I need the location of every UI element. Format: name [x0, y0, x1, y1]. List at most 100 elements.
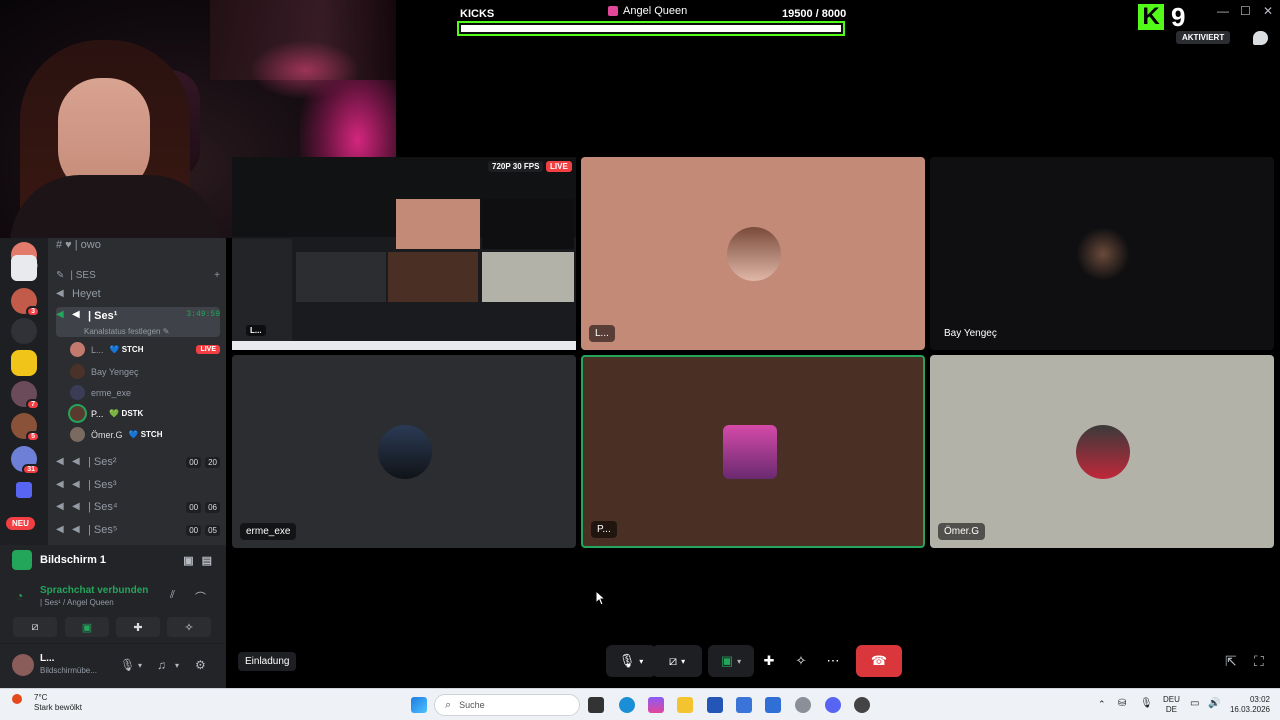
settings-icon[interactable]	[795, 697, 811, 713]
channel-ses5-label: | Ses⁵	[88, 524, 118, 536]
tile-name: L...	[589, 325, 615, 342]
voice-user[interactable]: erme_exe	[70, 383, 220, 402]
speaker-icon: ◀	[72, 456, 80, 467]
camera-toggle-button[interactable]: ⧄	[13, 617, 57, 637]
server-icon[interactable]: 31	[11, 446, 40, 475]
close-button[interactable]: ✕	[1263, 4, 1273, 18]
video-tile[interactable]: erme_exe	[232, 355, 576, 548]
clock[interactable]: 03:02 16.03.2026	[1226, 695, 1270, 715]
screen-share-button[interactable]: ▣ ▾	[708, 645, 754, 677]
taskbar-search[interactable]: ⌕ Suche	[434, 694, 580, 716]
headphones-icon[interactable]: ♫	[157, 658, 166, 672]
folder-icon[interactable]	[16, 482, 32, 498]
user-name[interactable]: L...	[40, 653, 54, 664]
server-icon[interactable]: 3	[11, 288, 40, 317]
channel-ses2[interactable]: ◀ ◀ | Ses² 00 20	[56, 452, 220, 472]
add-channel-icon[interactable]: +	[214, 270, 220, 281]
fullscreen-icon[interactable]: ⛶	[1254, 653, 1264, 670]
gear-icon[interactable]: ⚙	[195, 658, 206, 672]
disconnect-call-button[interactable]: ☎	[856, 645, 902, 677]
quality-badge: 720P 30 FPS	[488, 161, 544, 172]
maximize-button[interactable]: ☐	[1240, 4, 1251, 18]
stream-settings-icon[interactable]: ▣	[183, 554, 193, 567]
display-icon[interactable]: ▭	[1190, 699, 1199, 709]
avatar[interactable]	[12, 654, 34, 676]
discord-icon[interactable]	[825, 697, 841, 713]
copilot-icon[interactable]	[648, 697, 664, 713]
chevron-up-icon[interactable]: ⌃	[1098, 699, 1106, 709]
aktiviert-badge[interactable]: AKTIVIERT	[1176, 31, 1231, 44]
microphone-icon[interactable]: 🎙	[120, 658, 135, 672]
mouse-cursor	[595, 590, 607, 606]
voice-connected-channel[interactable]: | Ses¹ / Angel Queen	[40, 598, 114, 607]
soundboard-button[interactable]: ✧	[790, 645, 812, 677]
store-icon[interactable]	[707, 697, 723, 713]
chevron-down-icon[interactable]: ▾	[138, 661, 142, 670]
video-tile-speaking[interactable]: P...	[581, 355, 925, 548]
mute-button[interactable]: 🎙 ▾	[606, 645, 656, 677]
screen-share-bar[interactable]: Bildschirm 1 ▣ ▤	[0, 545, 226, 575]
channel-ses5[interactable]: ◀ ◀ | Ses⁵ 00 05	[56, 520, 220, 540]
camera-button[interactable]: ⧄ ▾	[652, 645, 702, 677]
video-tile[interactable]: Ömer.G	[930, 355, 1274, 548]
avatar	[70, 385, 85, 400]
activities-button[interactable]: ✚	[758, 645, 780, 677]
channel-status[interactable]: Kanalstatus festlegen ✎	[84, 327, 169, 336]
windows-start-icon[interactable]	[411, 697, 427, 713]
edge-icon[interactable]	[619, 697, 635, 713]
popout-icon[interactable]: ⇱	[1225, 653, 1237, 670]
channel-owo[interactable]: # ♥ | owo	[56, 235, 220, 255]
obs-icon[interactable]	[854, 697, 870, 713]
speaker-icon: ◀	[72, 524, 80, 535]
preview-cam	[482, 199, 574, 249]
activities-button[interactable]: ✚	[116, 617, 160, 637]
mail-icon[interactable]	[736, 697, 752, 713]
channel-ses3[interactable]: ◀ ◀ | Ses³	[56, 475, 220, 495]
channel-ses4[interactable]: ◀ ◀ | Ses⁴ 00 06	[56, 497, 220, 517]
voice-connected-title[interactable]: Sprachchat verbunden	[40, 585, 148, 596]
microphone-icon[interactable]: 🎙	[1140, 699, 1153, 709]
weather-widget[interactable]: 7°C Stark bewölkt	[12, 693, 82, 713]
chevron-down-icon[interactable]: ▾	[175, 661, 179, 670]
chevron-down-icon: ▾	[737, 656, 742, 666]
language-indicator[interactable]: DEU DE	[1163, 695, 1180, 715]
stop-stream-icon[interactable]: ▤	[202, 554, 212, 567]
invite-button[interactable]: Einladung	[238, 652, 297, 671]
photos-icon[interactable]	[765, 697, 781, 713]
server-badge: 31	[22, 464, 40, 475]
server-icon[interactable]	[11, 255, 37, 281]
signal-icon[interactable]: ◔	[16, 589, 23, 603]
file-explorer-icon[interactable]	[677, 697, 693, 713]
voice-user[interactable]: P... 💚 DSTK	[70, 404, 220, 423]
noise-suppression-icon[interactable]: ⫽	[170, 589, 175, 602]
channel-heyet[interactable]: ◀ Heyet	[56, 284, 220, 304]
category-ses[interactable]: ✎ | SES +	[56, 265, 220, 285]
network-icon[interactable]: ⛁	[1118, 699, 1126, 709]
disconnect-icon[interactable]: ⌒	[195, 589, 206, 605]
soundboard-button[interactable]: ✧	[167, 617, 211, 637]
soundboard-icon: ✧	[795, 653, 807, 668]
chat-bubble-icon[interactable]	[1253, 31, 1268, 45]
minimize-button[interactable]: —	[1217, 4, 1229, 18]
server-icon[interactable]	[11, 350, 37, 376]
video-tile[interactable]: L...	[581, 157, 925, 350]
more-options-button[interactable]: ⋯	[822, 645, 844, 677]
user-limit: 06	[205, 501, 220, 513]
chevron-down-icon: ▾	[639, 656, 644, 666]
voice-user-name: P...	[91, 408, 104, 419]
volume-icon[interactable]: 🔊	[1208, 699, 1220, 709]
server-icon[interactable]: 7	[11, 381, 40, 410]
voice-user[interactable]: Ömer.G 💙 STCH	[70, 425, 220, 444]
chevron-down-icon: ▾	[681, 656, 686, 666]
video-tile[interactable]: Bay Yengeç	[930, 157, 1274, 350]
task-view-icon[interactable]	[588, 697, 604, 713]
voice-user[interactable]: Bay Yengeç	[70, 362, 220, 381]
user-count: 00	[186, 501, 202, 513]
voice-user[interactable]: L... 💙 STCH LIVE	[70, 340, 220, 359]
phone-hangup-icon: ☎	[870, 653, 888, 668]
server-icon[interactable]: 5	[11, 413, 40, 442]
stream-preview-tile[interactable]: 720P 30 FPS LIVE L...	[232, 157, 576, 350]
voice-user-name: Bay Yengeç	[91, 366, 139, 377]
server-icon[interactable]	[11, 318, 37, 344]
screen-share-button[interactable]: ▣	[65, 617, 109, 637]
